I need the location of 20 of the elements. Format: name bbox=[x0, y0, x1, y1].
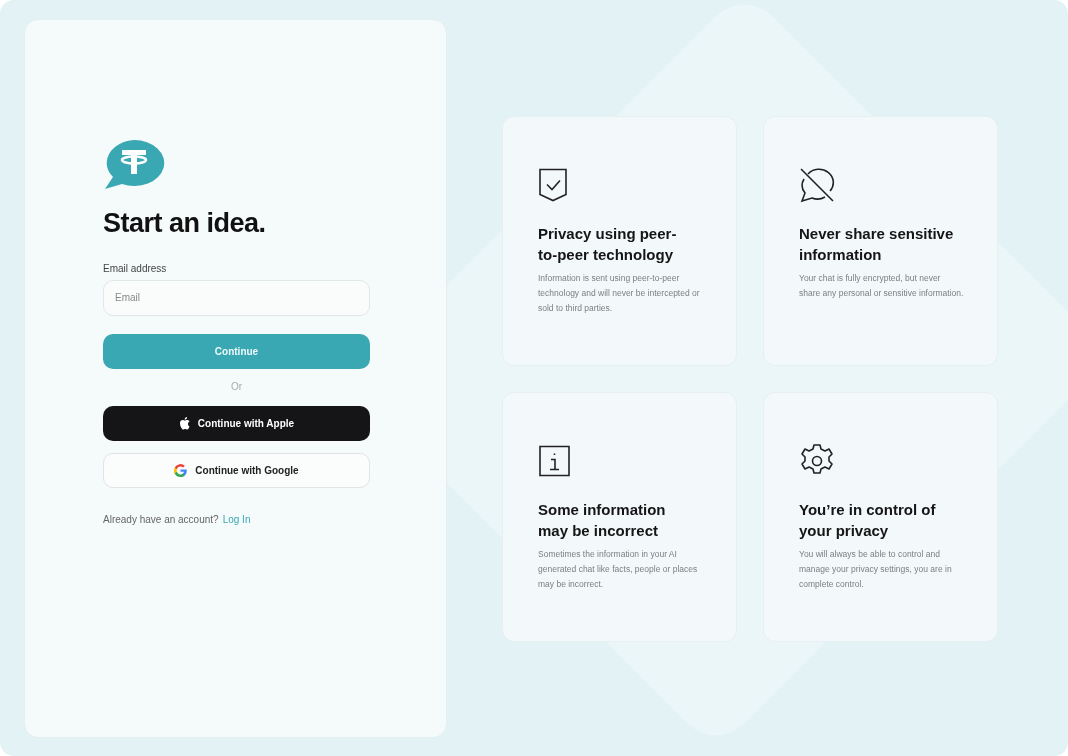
divider-text: Or bbox=[230, 380, 243, 392]
email-field[interactable]: Email bbox=[103, 279, 370, 316]
feature-title: You’re in control of your privacy bbox=[799, 499, 937, 541]
apple-signin-button[interactable]: Continue with Apple bbox=[103, 405, 370, 441]
feature-title: Never share sensitive information bbox=[799, 223, 955, 265]
feature-description: You will always be able to control and manage your privacy settings, you are in complete control. bbox=[799, 547, 953, 591]
google-signin-button[interactable]: Continue with Google bbox=[103, 452, 370, 488]
chat-bubble-logo-icon bbox=[103, 137, 165, 190]
feature-description: Your chat is fully encrypted, but never share any personal or sensitive information. bbox=[799, 271, 964, 300]
login-prompt: Already have an account? bbox=[103, 513, 219, 525]
feature-title: Privacy using peer-to-peer technology bbox=[538, 223, 678, 265]
feature-title: Some information may be incorrect bbox=[538, 499, 667, 541]
google-icon bbox=[174, 463, 188, 477]
shield-check-icon bbox=[538, 166, 568, 203]
feature-description: Information is sent using peer-to-peer technology and will never be intercepted or sold to third parties. bbox=[538, 271, 701, 315]
crossed-chat-bubble-icon bbox=[799, 166, 835, 203]
page-title: Start an idea. bbox=[103, 207, 267, 239]
email-label: Email address bbox=[103, 262, 168, 274]
apple-icon bbox=[178, 416, 190, 430]
feature-description: Sometimes the information in your AI generated chat like facts, people or places may be incorrect. bbox=[538, 547, 699, 591]
